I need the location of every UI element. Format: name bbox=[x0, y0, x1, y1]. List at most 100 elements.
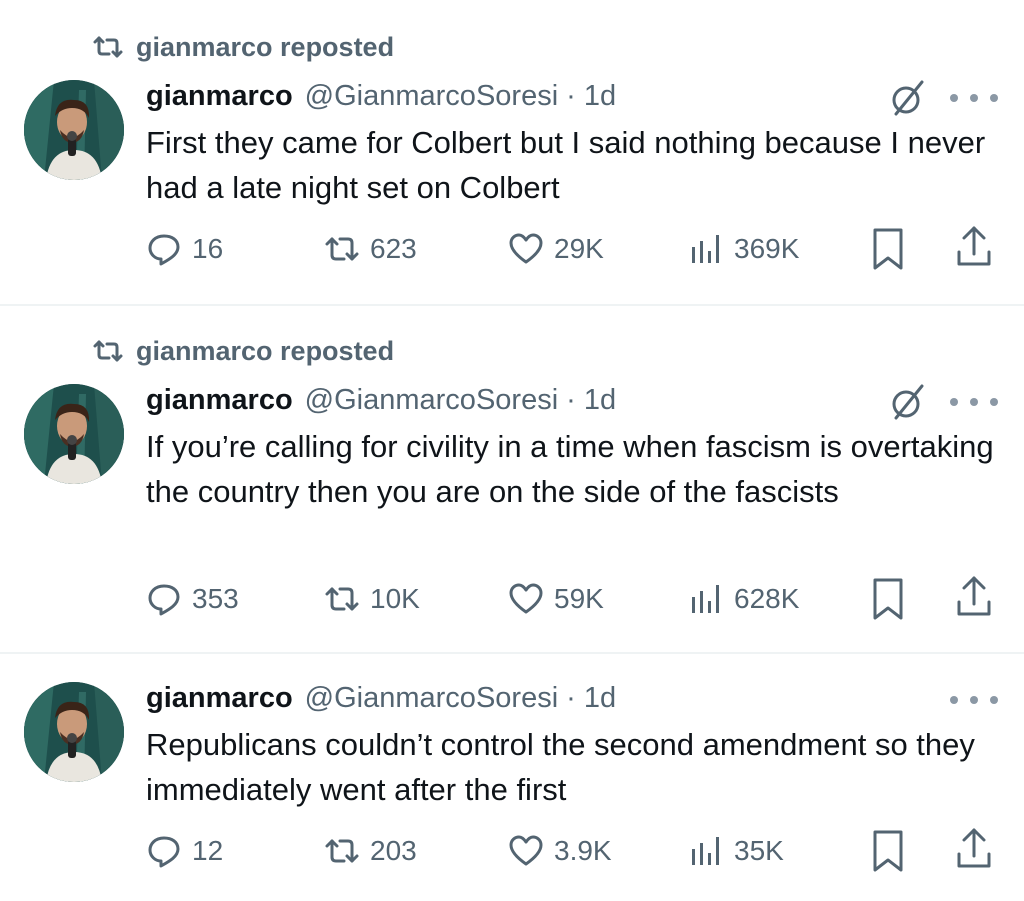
avatar-image bbox=[24, 384, 124, 484]
repost-icon bbox=[325, 839, 359, 863]
views-count: 369K bbox=[734, 233, 800, 264]
display-name[interactable]: gianmarco bbox=[146, 682, 293, 715]
timestamp[interactable]: 1d bbox=[584, 384, 616, 417]
views-icon bbox=[692, 585, 719, 613]
views-button[interactable]: 628K bbox=[688, 574, 799, 624]
repost-label: gianmarco reposted bbox=[136, 335, 395, 366]
repost-icon bbox=[93, 36, 123, 58]
grok-icon bbox=[892, 384, 924, 420]
reply-icon bbox=[148, 234, 180, 266]
more-icon-dot bbox=[990, 696, 998, 704]
separator: · bbox=[566, 384, 576, 416]
heart-icon bbox=[509, 583, 543, 614]
more-icon-dot bbox=[950, 94, 958, 102]
views-count: 35K bbox=[734, 835, 784, 866]
user-handle[interactable]: @GianmarcoSoresi bbox=[305, 682, 558, 715]
bookmark-button[interactable] bbox=[868, 576, 908, 622]
more-icon-dot bbox=[970, 94, 978, 102]
more-icon-dot bbox=[970, 398, 978, 406]
like-count: 59K bbox=[554, 583, 604, 614]
views-icon bbox=[692, 837, 719, 865]
repost-button[interactable]: 10K bbox=[324, 574, 420, 624]
reply-button[interactable]: 353 bbox=[146, 574, 239, 624]
user-handle[interactable]: @GianmarcoSoresi bbox=[305, 384, 558, 417]
repost-count: 623 bbox=[370, 233, 417, 264]
more-icon-dot bbox=[990, 398, 998, 406]
more-button[interactable] bbox=[950, 88, 998, 108]
tweet-header: gianmarco @GianmarcoSoresi · 1d bbox=[146, 384, 616, 420]
like-button[interactable]: 59K bbox=[508, 574, 604, 624]
separator: · bbox=[566, 682, 576, 714]
bookmark-icon bbox=[873, 830, 903, 872]
display-name[interactable]: gianmarco bbox=[146, 80, 293, 113]
views-button[interactable]: 369K bbox=[688, 224, 799, 274]
reply-count: 12 bbox=[192, 835, 224, 866]
avatar[interactable] bbox=[24, 80, 124, 180]
repost-count: 203 bbox=[370, 835, 417, 866]
more-icon-dot bbox=[950, 696, 958, 704]
repost-context[interactable]: gianmarco reposted bbox=[92, 30, 394, 64]
tweet[interactable]: gianmarco reposted gianmarco @GianmarcoS… bbox=[0, 306, 1024, 652]
bookmark-button[interactable] bbox=[868, 828, 908, 874]
share-button[interactable] bbox=[954, 826, 994, 872]
tweet-header: gianmarco @GianmarcoSoresi · 1d bbox=[146, 80, 616, 116]
grok-button[interactable] bbox=[888, 78, 928, 118]
avatar-image bbox=[24, 80, 124, 180]
repost-icon bbox=[325, 237, 359, 261]
reply-button[interactable]: 16 bbox=[146, 224, 223, 274]
avatar[interactable] bbox=[24, 682, 124, 782]
tweet-header: gianmarco @GianmarcoSoresi · 1d bbox=[146, 682, 616, 718]
reply-count: 353 bbox=[192, 583, 239, 614]
tweet-text: First they came for Colbert but I said n… bbox=[146, 125, 986, 205]
share-button[interactable] bbox=[954, 224, 994, 270]
reply-button[interactable]: 12 bbox=[146, 826, 223, 876]
avatar-image bbox=[24, 682, 124, 782]
share-button[interactable] bbox=[954, 574, 994, 620]
repost-button[interactable]: 623 bbox=[324, 224, 417, 274]
tweet-text: Republicans couldn’t control the second … bbox=[146, 727, 975, 807]
like-button[interactable]: 29K bbox=[508, 224, 604, 274]
action-bar: 16 623 29K 369K bbox=[0, 224, 1024, 274]
repost-count: 10K bbox=[370, 583, 420, 614]
views-count: 628K bbox=[734, 583, 800, 614]
repost-context[interactable]: gianmarco reposted bbox=[92, 334, 394, 368]
bookmark-icon bbox=[873, 578, 903, 620]
repost-icon bbox=[93, 340, 123, 362]
share-icon bbox=[957, 226, 991, 266]
more-button[interactable] bbox=[950, 690, 998, 710]
views-button[interactable]: 35K bbox=[688, 826, 784, 876]
grok-button[interactable] bbox=[888, 382, 928, 422]
action-bar: 353 10K 59K 628K bbox=[0, 574, 1024, 624]
user-handle[interactable]: @GianmarcoSoresi bbox=[305, 80, 558, 113]
timestamp[interactable]: 1d bbox=[584, 682, 616, 715]
action-bar: 12 203 3.9K 35K bbox=[0, 826, 1024, 876]
views-icon bbox=[692, 235, 719, 263]
like-count: 29K bbox=[554, 233, 604, 264]
more-icon-dot bbox=[990, 94, 998, 102]
reply-count: 16 bbox=[192, 233, 224, 264]
bookmark-icon bbox=[873, 228, 903, 270]
bookmark-button[interactable] bbox=[868, 226, 908, 272]
grok-icon bbox=[892, 80, 924, 116]
reply-icon bbox=[148, 584, 180, 616]
repost-button[interactable]: 203 bbox=[324, 826, 417, 876]
tweet-text: If you’re calling for civility in a time… bbox=[146, 429, 994, 509]
like-button[interactable]: 3.9K bbox=[508, 826, 612, 876]
tweet[interactable]: gianmarco reposted gianmarco @GianmarcoS… bbox=[0, 0, 1024, 304]
more-button[interactable] bbox=[950, 392, 998, 412]
like-count: 3.9K bbox=[554, 835, 612, 866]
repost-label: gianmarco reposted bbox=[136, 31, 395, 62]
more-icon-dot bbox=[950, 398, 958, 406]
share-icon bbox=[957, 828, 991, 868]
share-icon bbox=[957, 576, 991, 616]
reply-icon bbox=[148, 836, 180, 868]
more-icon-dot bbox=[970, 696, 978, 704]
heart-icon bbox=[509, 233, 543, 264]
heart-icon bbox=[509, 835, 543, 866]
tweet[interactable]: gianmarco @GianmarcoSoresi · 1d Republic… bbox=[0, 654, 1024, 901]
repost-icon bbox=[325, 587, 359, 611]
avatar[interactable] bbox=[24, 384, 124, 484]
separator: · bbox=[566, 80, 576, 112]
timestamp[interactable]: 1d bbox=[584, 80, 616, 113]
display-name[interactable]: gianmarco bbox=[146, 384, 293, 417]
